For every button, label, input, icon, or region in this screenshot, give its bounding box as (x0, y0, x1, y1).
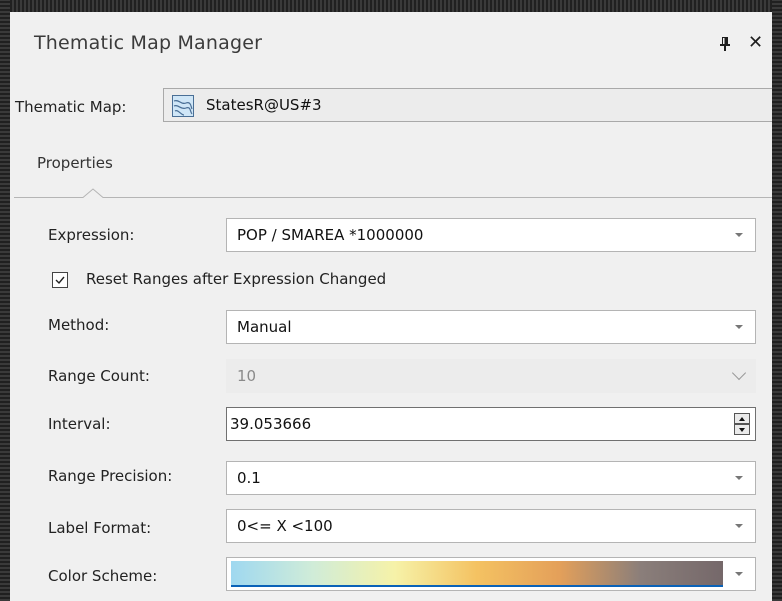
checkmark-icon (55, 276, 65, 285)
spin-down-icon[interactable] (734, 424, 750, 435)
interval-stepper[interactable]: 39.053666 (226, 407, 756, 441)
region-layer-icon (172, 95, 194, 117)
range-count-value: 10 (237, 367, 257, 385)
color-scheme-label: Color Scheme: (48, 567, 158, 585)
expression-value: POP / SMAREA *1000000 (237, 226, 424, 244)
label-format-dropdown-icon[interactable] (723, 510, 755, 542)
interval-value[interactable]: 39.053666 (230, 415, 311, 433)
interval-label: Interval: (48, 415, 111, 433)
color-scheme-combo[interactable] (226, 557, 756, 591)
expression-combo[interactable]: POP / SMAREA *1000000 (226, 218, 756, 252)
background-frame-right (772, 0, 782, 601)
interval-spin-buttons (734, 413, 750, 435)
background-frame (0, 0, 782, 12)
reset-ranges-checkbox[interactable] (52, 272, 68, 288)
range-precision-label: Range Precision: (48, 467, 173, 485)
color-scheme-gradient (231, 561, 723, 587)
range-count-label: Range Count: (48, 367, 150, 385)
thematic-map-manager-panel: Thematic Map Manager ✕ Thematic Map: Sta… (10, 12, 772, 601)
tab-divider (14, 188, 772, 198)
expression-dropdown-icon[interactable] (723, 219, 755, 251)
tab-properties[interactable]: Properties (37, 154, 113, 172)
label-format-combo[interactable]: 0<= X <100 (226, 509, 756, 543)
pin-icon[interactable] (718, 36, 732, 52)
reset-ranges-label[interactable]: Reset Ranges after Expression Changed (86, 270, 386, 288)
expression-label: Expression: (48, 226, 135, 244)
method-value: Manual (237, 318, 292, 336)
method-combo[interactable]: Manual (226, 310, 756, 344)
range-count-combo: 10 (226, 359, 756, 393)
method-dropdown-icon[interactable] (723, 311, 755, 343)
close-icon[interactable]: ✕ (748, 32, 763, 53)
range-precision-value: 0.1 (237, 469, 261, 487)
label-format-label: Label Format: (48, 519, 152, 537)
panel-title: Thematic Map Manager (34, 32, 263, 54)
thematic-map-value: StatesR@US#3 (206, 96, 322, 114)
label-format-value: 0<= X <100 (237, 517, 333, 535)
thematic-map-row: Thematic Map: StatesR@US#3 (10, 88, 772, 124)
spin-up-icon[interactable] (734, 413, 750, 424)
range-count-chevron-icon (723, 360, 755, 392)
thematic-map-label: Thematic Map: (15, 98, 127, 116)
range-precision-combo[interactable]: 0.1 (226, 461, 756, 495)
range-precision-dropdown-icon[interactable] (723, 462, 755, 494)
thematic-map-field[interactable]: StatesR@US#3 (163, 88, 772, 122)
color-scheme-dropdown-icon[interactable] (723, 558, 755, 590)
background-frame-left (0, 0, 10, 601)
method-label: Method: (48, 316, 110, 334)
